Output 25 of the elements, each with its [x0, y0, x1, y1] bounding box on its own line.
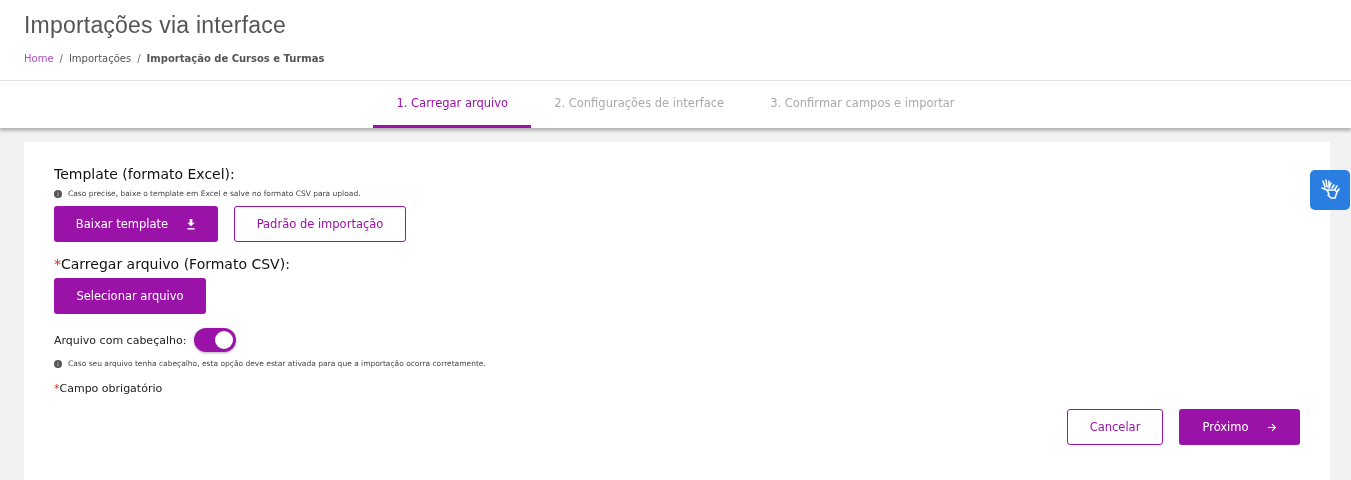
select-file-button[interactable]: Selecionar arquivo	[54, 278, 206, 314]
breadcrumb-separator: /	[137, 53, 141, 64]
header-toggle[interactable]	[194, 328, 237, 352]
breadcrumb-separator: /	[59, 53, 63, 64]
download-icon	[186, 218, 197, 230]
toggle-label: Arquivo com cabeçalho:	[54, 333, 187, 347]
download-template-button[interactable]: Baixar template	[54, 206, 218, 242]
import-pattern-button[interactable]: Padrão de importação	[234, 206, 406, 242]
breadcrumb-link[interactable]: Home	[24, 53, 54, 64]
section-title: Carregar arquivo (Formato CSV):	[61, 256, 290, 272]
breadcrumb-item: Importações	[68, 53, 132, 64]
info-icon	[54, 359, 62, 368]
page-title: Importações via interface	[24, 12, 287, 39]
hands-icon	[1318, 178, 1342, 202]
breadcrumb-item: Importação de Cursos e Turmas	[146, 53, 325, 64]
arrow-right-icon	[1266, 421, 1277, 433]
section-title: Template (formato Excel):	[54, 166, 235, 182]
required-note: Campo obrigatório	[59, 382, 163, 395]
info-icon	[54, 189, 62, 198]
cancel-button[interactable]: Cancelar	[1067, 409, 1163, 445]
required-mark: *	[54, 256, 61, 272]
step-tab[interactable]: 1. Carregar arquivo	[373, 81, 532, 128]
sign-language-button[interactable]	[1310, 170, 1350, 210]
required-mark: *	[54, 382, 60, 395]
next-button[interactable]: Próximo	[1179, 409, 1300, 445]
